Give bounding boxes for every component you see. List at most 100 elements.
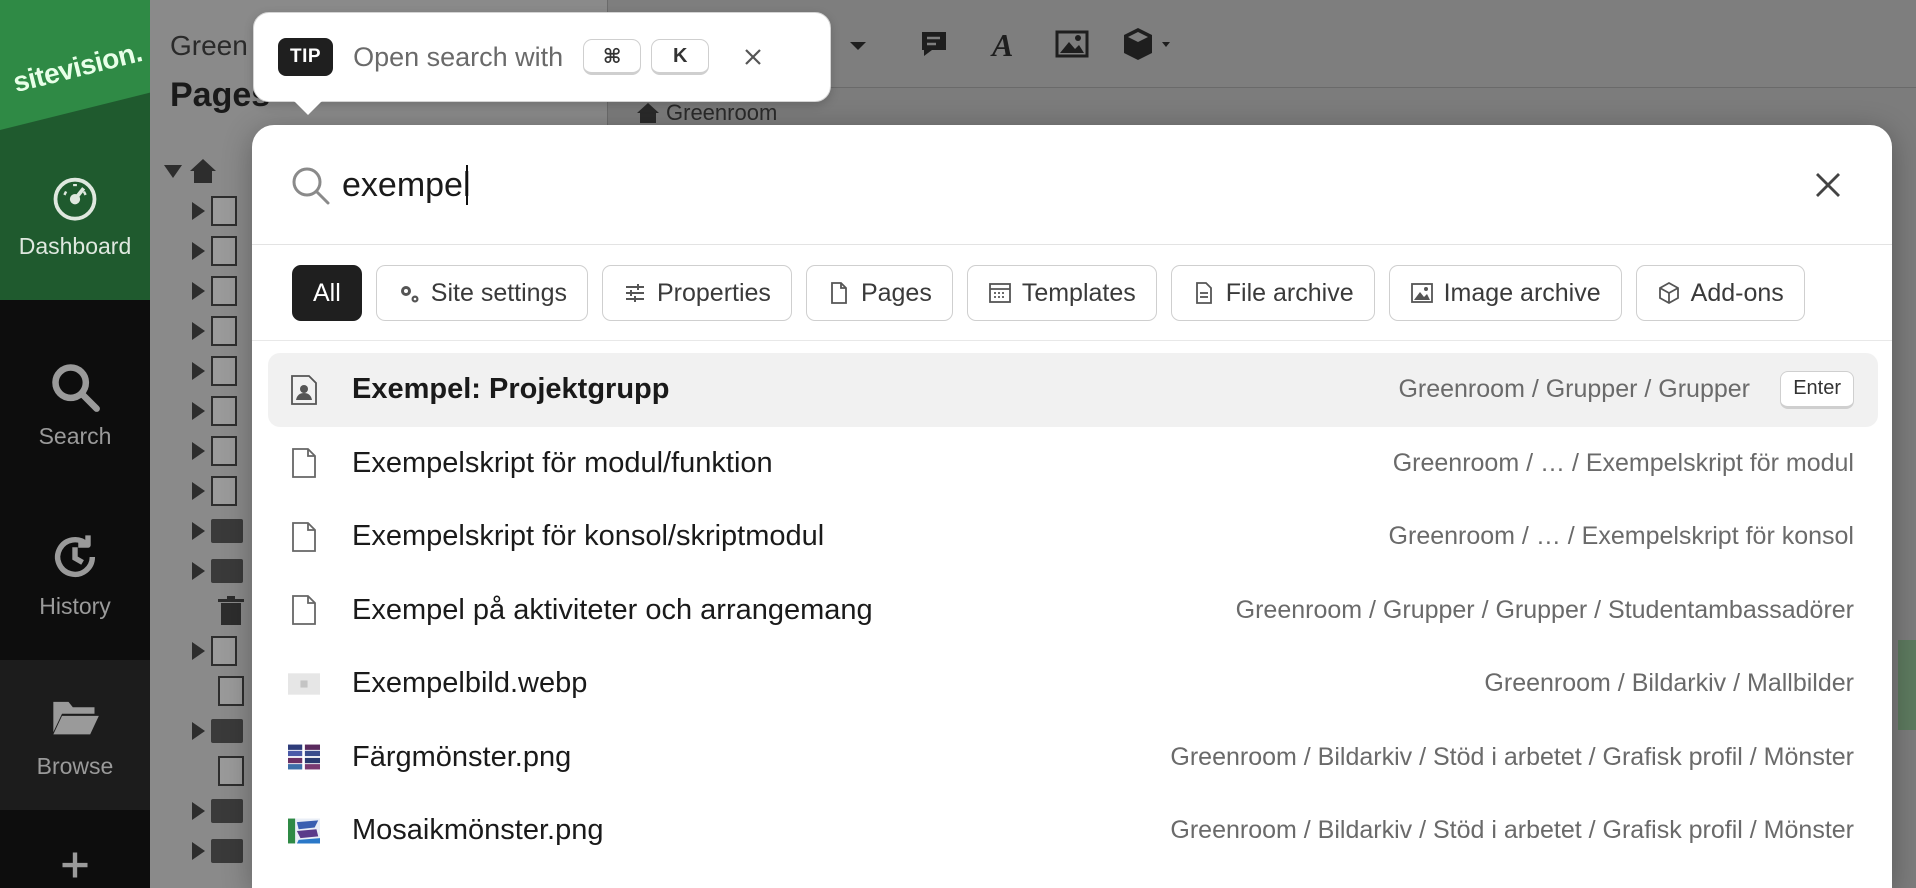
result-path: Greenroom / Bildarkiv / Stöd i arbetet /… xyxy=(1170,742,1854,771)
expand-icon xyxy=(192,322,205,340)
folder-icon xyxy=(211,719,243,743)
image-icon xyxy=(1410,283,1433,303)
page-icon xyxy=(288,594,320,626)
nav-dashboard-label: Dashboard xyxy=(18,232,132,259)
tree-row[interactable] xyxy=(192,514,243,548)
module-cube-icon[interactable] xyxy=(1122,26,1174,62)
template-icon xyxy=(988,283,1011,303)
nav-search-label: Search xyxy=(38,422,112,449)
nav-browse-label: Browse xyxy=(36,752,114,779)
trash-icon xyxy=(218,596,244,625)
result-title: Exempelskript för modul/funktion xyxy=(352,446,773,479)
expand-icon xyxy=(192,482,205,500)
tree-row[interactable] xyxy=(192,394,237,428)
gears-icon xyxy=(400,286,419,303)
search-input[interactable] xyxy=(342,157,1742,213)
text-style-icon[interactable]: A xyxy=(988,26,1024,62)
expand-icon xyxy=(192,442,205,460)
result-title: Exempelskript för konsol/skriptmodul xyxy=(352,520,825,553)
filter-image-archive[interactable]: Image archive xyxy=(1388,265,1622,321)
home-icon xyxy=(190,159,216,183)
nav-history[interactable]: History xyxy=(0,500,150,650)
nav-browse[interactable]: Browse xyxy=(0,660,150,810)
folder-icon xyxy=(211,839,243,863)
page-icon xyxy=(211,276,237,306)
expand-icon xyxy=(192,202,205,220)
tree-row[interactable] xyxy=(192,554,243,588)
breadcrumb[interactable]: Greenroom xyxy=(636,100,777,126)
history-icon xyxy=(54,534,96,577)
filter-properties[interactable]: Properties xyxy=(601,265,792,321)
tree-row[interactable] xyxy=(192,274,237,308)
tip-close-button[interactable] xyxy=(739,43,767,71)
result-path: Greenroom / Grupper / Grupper / Studenta… xyxy=(1235,595,1854,624)
search-result[interactable]: Exempelskript för konsol/skriptmodul Gre… xyxy=(268,500,1878,574)
command-key: ⌘ xyxy=(583,39,642,75)
page-icon xyxy=(218,676,244,706)
tree-row[interactable] xyxy=(192,234,237,268)
breadcrumb-label: Greenroom xyxy=(666,100,778,125)
tree-row[interactable] xyxy=(192,474,237,508)
app-sidebar: sitevision. Dashboard Search History Bro… xyxy=(0,0,150,888)
search-result[interactable]: Exempelbild.webp Greenroom / Bildarkiv /… xyxy=(268,647,1878,721)
folder-open-icon xyxy=(53,701,99,734)
page-icon xyxy=(288,447,320,479)
page-icon xyxy=(211,356,237,386)
expand-icon xyxy=(164,164,182,178)
close-icon xyxy=(745,49,761,65)
search-result[interactable]: Exempel på aktiviteter och arrangemang G… xyxy=(268,574,1878,648)
result-path: Greenroom / Bildarkiv / Mallbilder xyxy=(1484,669,1854,698)
tree-row[interactable] xyxy=(192,314,237,348)
filter-all[interactable]: All xyxy=(292,265,362,321)
filter-file-archive[interactable]: File archive xyxy=(1170,265,1375,321)
page-icon xyxy=(211,316,237,346)
result-title: Exempelbild.webp xyxy=(352,667,588,700)
nav-dashboard[interactable]: Dashboard xyxy=(0,140,150,290)
search-result[interactable]: Färgmönster.png Greenroom / Bildarkiv / … xyxy=(268,721,1878,795)
filter-label: All xyxy=(313,278,341,307)
expand-icon xyxy=(192,282,205,300)
tree-row[interactable] xyxy=(218,674,244,708)
filter-label: File archive xyxy=(1225,278,1354,307)
filter-templates[interactable]: Templates xyxy=(966,265,1157,321)
nav-search[interactable]: Search xyxy=(0,330,150,480)
search-shortcut-tip: TIP Open search with ⌘ K xyxy=(253,12,831,115)
filter-label: Image archive xyxy=(1443,278,1601,307)
tree-row[interactable] xyxy=(192,354,237,388)
filter-add-ons[interactable]: Add-ons xyxy=(1635,265,1805,321)
folder-icon xyxy=(211,519,243,543)
plus-icon xyxy=(62,852,88,878)
search-result[interactable]: Mosaikmönster.png Greenroom / Bildarkiv … xyxy=(268,794,1878,868)
color-pattern-thumbnail-icon xyxy=(288,741,320,773)
tree-row[interactable] xyxy=(192,794,243,828)
search-close-button[interactable] xyxy=(1808,165,1848,205)
sliders-icon xyxy=(625,284,644,302)
page-icon xyxy=(211,396,237,426)
tree-row[interactable] xyxy=(192,434,237,468)
search-result[interactable]: Exempel: Projektgrupp Greenroom / Gruppe… xyxy=(268,353,1878,427)
tree-row[interactable] xyxy=(192,834,243,868)
comment-add-icon[interactable] xyxy=(918,26,954,62)
chevron-down-icon[interactable] xyxy=(846,26,870,62)
image-icon[interactable] xyxy=(1054,26,1090,62)
tree-row[interactable] xyxy=(192,714,243,748)
tree-row[interactable] xyxy=(192,634,237,668)
result-path: Greenroom / … / Exempelskript för konsol xyxy=(1388,522,1854,551)
tree-row[interactable] xyxy=(164,154,218,188)
folder-icon xyxy=(211,799,243,823)
expand-icon xyxy=(192,722,205,740)
tree-row[interactable] xyxy=(192,194,237,228)
tree-row[interactable] xyxy=(218,594,244,628)
filter-pages[interactable]: Pages xyxy=(805,265,953,321)
tree-row[interactable] xyxy=(218,754,244,788)
result-path: Greenroom / Bildarkiv / Stöd i arbetet /… xyxy=(1170,816,1854,845)
home-icon xyxy=(637,103,659,123)
expand-icon xyxy=(192,842,205,860)
page-icon xyxy=(211,236,237,266)
search-result[interactable]: Exempelskript för modul/funktion Greenro… xyxy=(268,427,1878,501)
cube-icon xyxy=(1658,281,1679,305)
filter-chips: All Site settings Properties Pages Templ… xyxy=(292,265,1864,323)
nav-add[interactable] xyxy=(0,850,150,888)
filter-site-settings[interactable]: Site settings xyxy=(375,265,588,321)
sitevision-logo: sitevision. xyxy=(10,36,146,99)
